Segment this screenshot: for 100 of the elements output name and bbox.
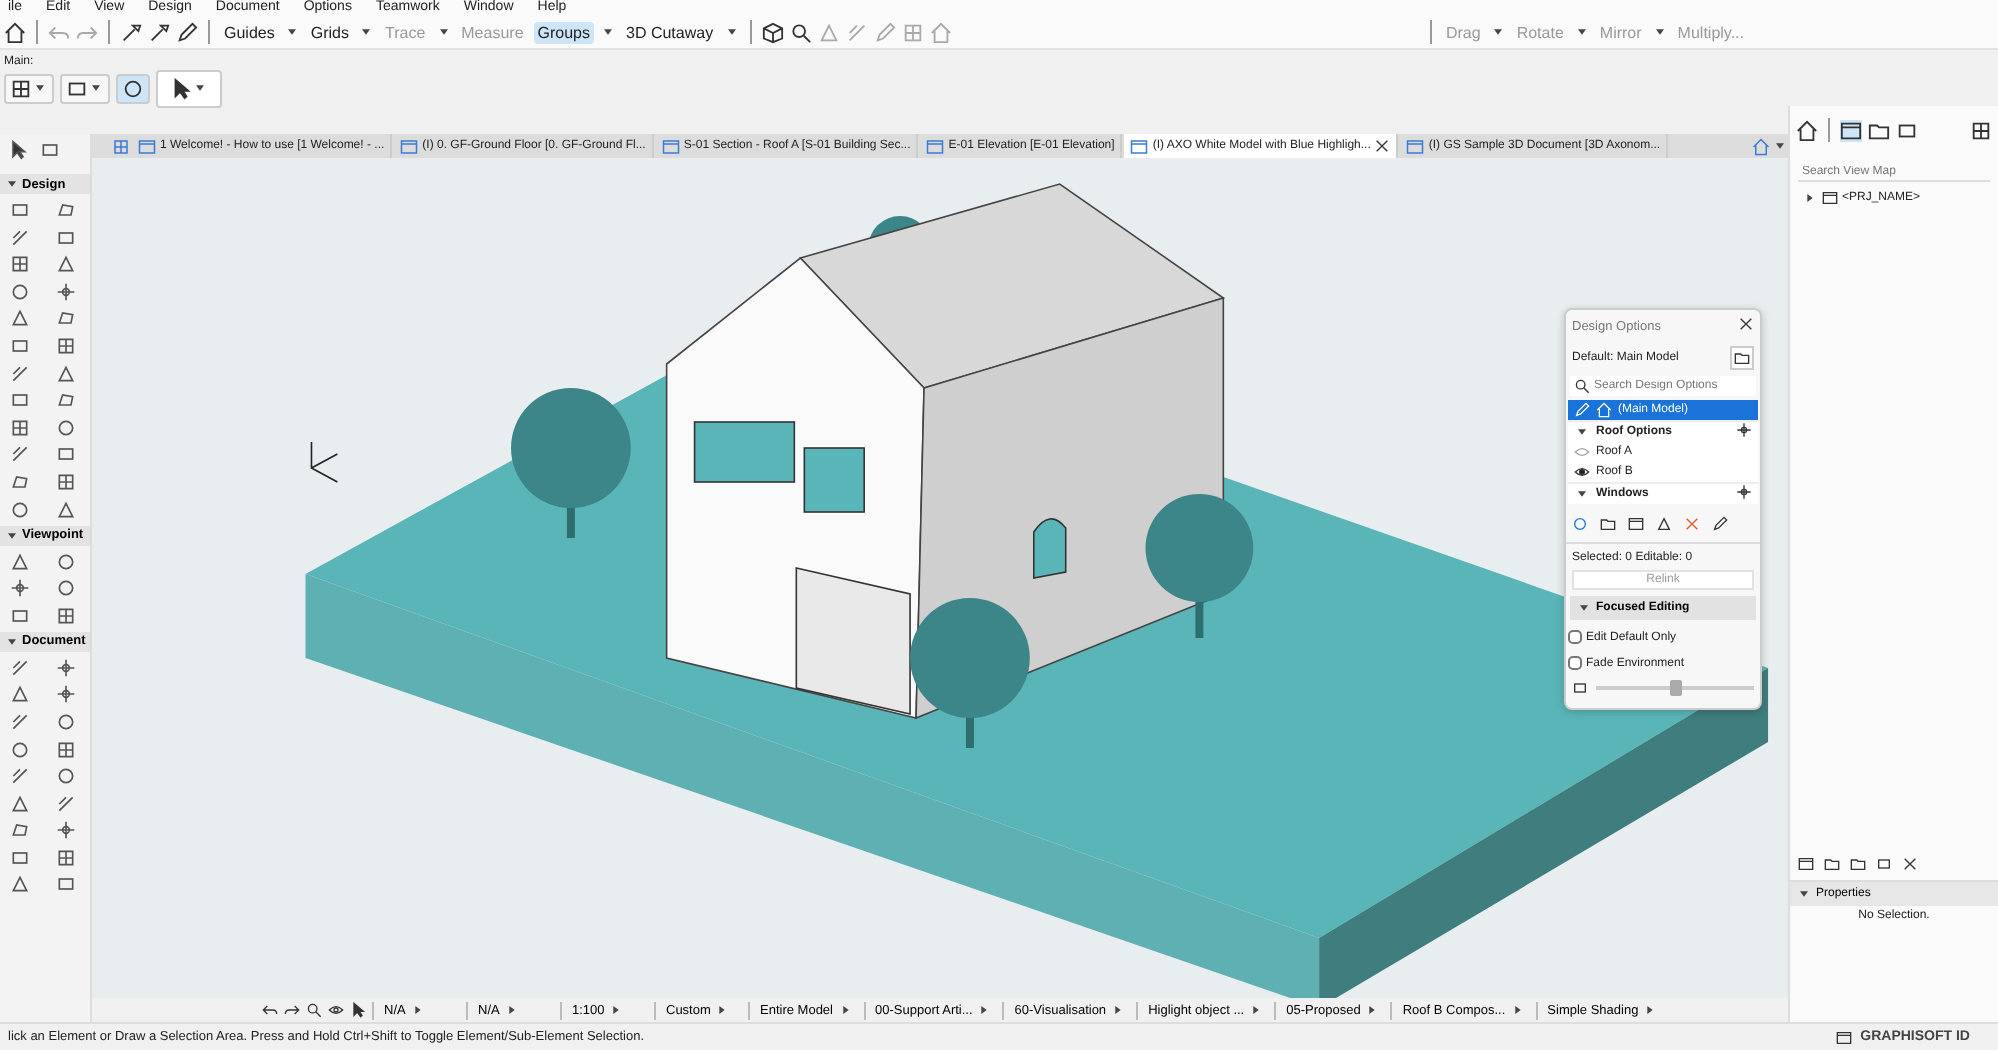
grid-icon bbox=[10, 77, 32, 99]
grid-icon bbox=[10, 417, 30, 438]
pencil-icon bbox=[176, 21, 198, 43]
line-icon bbox=[10, 444, 30, 465]
axis-icon bbox=[310, 441, 339, 483]
folder-icon bbox=[1600, 516, 1616, 532]
folder-icon bbox=[1734, 350, 1750, 366]
crosshair-icon bbox=[56, 684, 76, 705]
caret-icon bbox=[358, 24, 375, 40]
crosshair-icon bbox=[56, 281, 76, 302]
redo-icon bbox=[284, 1002, 300, 1018]
grid-icon bbox=[56, 847, 76, 868]
search-icon bbox=[789, 21, 812, 43]
caret-icon bbox=[1574, 424, 1590, 440]
checkbox[interactable] bbox=[1568, 630, 1582, 644]
grid-icon bbox=[1970, 119, 1992, 141]
caret-icon bbox=[600, 24, 616, 40]
rectangle-icon bbox=[10, 200, 30, 220]
caret-icon bbox=[837, 1002, 853, 1018]
crosshair-icon bbox=[10, 578, 30, 599]
rectangle-icon bbox=[10, 335, 30, 356]
line-icon bbox=[10, 766, 30, 787]
caret-icon bbox=[4, 633, 20, 650]
circle-icon bbox=[122, 77, 144, 99]
grid-icon bbox=[10, 254, 30, 275]
caret-icon bbox=[284, 24, 301, 40]
triangle-icon bbox=[10, 793, 30, 814]
rectangle-icon bbox=[10, 390, 30, 411]
circle-icon bbox=[10, 739, 30, 759]
checkbox[interactable] bbox=[1568, 656, 1582, 670]
crosshair-icon bbox=[1736, 422, 1752, 438]
circle-icon bbox=[10, 281, 30, 302]
window-icon bbox=[138, 137, 156, 155]
circle-icon bbox=[10, 499, 30, 520]
caret-icon bbox=[4, 176, 20, 192]
search-icon bbox=[306, 1002, 322, 1018]
window-icon bbox=[1406, 137, 1425, 155]
circle-icon bbox=[56, 766, 76, 787]
rectangle-icon bbox=[56, 444, 76, 465]
line-icon bbox=[10, 363, 30, 384]
geometry-chip[interactable] bbox=[60, 73, 110, 103]
caret-icon bbox=[503, 1002, 520, 1018]
toolbar-button[interactable]: Grids bbox=[306, 21, 353, 43]
home-icon bbox=[1752, 137, 1770, 155]
window-icon bbox=[661, 137, 680, 155]
toolbar-button[interactable]: Groups bbox=[533, 21, 594, 43]
triangle-icon bbox=[10, 551, 30, 572]
rectangle-icon bbox=[10, 605, 30, 626]
circle-icon bbox=[56, 711, 76, 732]
line-icon bbox=[10, 711, 30, 732]
triangle-icon bbox=[1656, 516, 1672, 532]
model-settings-button[interactable] bbox=[1730, 346, 1754, 370]
eye-icon bbox=[328, 1002, 344, 1018]
caret-icon bbox=[4, 527, 20, 544]
window-icon bbox=[1822, 190, 1838, 206]
rectangle-icon bbox=[10, 847, 30, 868]
home-icon bbox=[929, 21, 952, 43]
cube-icon bbox=[761, 21, 784, 43]
grid-icon bbox=[56, 335, 76, 356]
eye-icon[interactable] bbox=[1574, 464, 1590, 480]
caret-icon bbox=[88, 80, 104, 96]
triangle-icon bbox=[817, 21, 840, 43]
window-icon bbox=[1840, 119, 1862, 141]
polygon-icon bbox=[56, 308, 76, 329]
caret-icon bbox=[1772, 138, 1788, 154]
toolbar-button[interactable]: Guides bbox=[220, 21, 279, 43]
pencil-icon bbox=[1574, 402, 1590, 418]
triangle-icon bbox=[10, 874, 30, 895]
polygon-icon bbox=[10, 820, 30, 841]
undo-icon bbox=[48, 21, 70, 43]
triangle-icon bbox=[10, 308, 30, 329]
layer-chip[interactable] bbox=[4, 73, 54, 103]
triangle-icon bbox=[56, 254, 76, 275]
arrow-chip[interactable] bbox=[156, 69, 222, 107]
pencil-icon bbox=[1712, 516, 1728, 532]
rectangle-icon bbox=[1876, 856, 1892, 872]
window-icon bbox=[400, 137, 419, 155]
crosshair-icon bbox=[1736, 484, 1752, 500]
home-icon bbox=[1796, 119, 1818, 141]
slider-thumb[interactable] bbox=[1669, 680, 1681, 696]
triangle-icon bbox=[56, 499, 76, 520]
caret-icon bbox=[435, 24, 452, 40]
circle-icon bbox=[56, 578, 76, 599]
line-icon bbox=[56, 793, 76, 814]
crosshair-icon bbox=[56, 657, 76, 678]
home-icon bbox=[1596, 402, 1612, 418]
rectangle-icon bbox=[66, 77, 88, 99]
polygon-icon bbox=[56, 200, 76, 220]
line-icon bbox=[10, 657, 30, 678]
rectangle-icon bbox=[56, 874, 76, 895]
line-icon bbox=[845, 21, 868, 43]
caret-icon bbox=[1574, 486, 1590, 502]
toolbar-button[interactable]: 3D Cutaway bbox=[622, 21, 718, 43]
window-icon bbox=[1628, 516, 1644, 532]
caret-icon bbox=[1490, 24, 1507, 40]
circle-icon bbox=[1572, 516, 1588, 532]
window-icon bbox=[1836, 1029, 1853, 1045]
window-icon bbox=[1798, 856, 1814, 872]
circle-icon bbox=[56, 417, 76, 438]
search-icon bbox=[1574, 378, 1590, 394]
